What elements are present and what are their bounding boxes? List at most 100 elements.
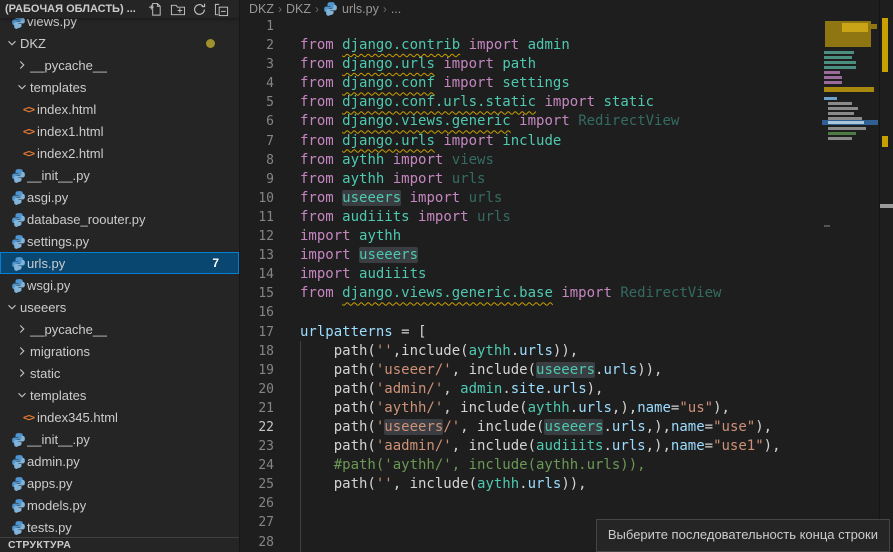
tree-item-apps-py[interactable]: apps.py bbox=[0, 472, 239, 494]
tree-item-index1-html[interactable]: <>index1.html bbox=[0, 120, 239, 142]
line-number: 3 bbox=[241, 55, 274, 74]
python-file-icon bbox=[323, 1, 338, 16]
tree-item-database-roouter-py[interactable]: database_roouter.py bbox=[0, 208, 239, 230]
tree-item-wsgi-py[interactable]: wsgi.py bbox=[0, 274, 239, 296]
code-line-16[interactable]: 16 bbox=[241, 303, 821, 322]
code-line-4[interactable]: 4from django.conf import settings bbox=[241, 74, 821, 93]
tree-item-views-py[interactable]: views.py bbox=[0, 18, 239, 32]
code-text: from django.conf.urls.static import stat… bbox=[300, 93, 654, 112]
code-line-26[interactable]: 26 bbox=[241, 494, 821, 513]
code-line-25[interactable]: 25 path('', include(aythh.urls)), bbox=[241, 475, 821, 494]
vscode-window: (РАБОЧАЯ ОБЛАСТЬ) ... views.pyDKZ__pycac… bbox=[0, 0, 893, 552]
code-line-7[interactable]: 7 from django.urls import include bbox=[241, 132, 821, 151]
code-line-11[interactable]: 11from audiiits import urls bbox=[241, 208, 821, 227]
tree-item-label: __pycache__ bbox=[30, 322, 107, 337]
code-line-24[interactable]: 24 #path('aythh/', include(aythh.urls)), bbox=[241, 456, 821, 475]
code-line-20[interactable]: 20 path('admin/', admin.site.urls), bbox=[241, 380, 821, 399]
code-line-3[interactable]: 3from django.urls import path bbox=[241, 55, 821, 74]
code-line-8[interactable]: 8from aythh import views bbox=[241, 151, 821, 170]
overview-ruler-scrollbar[interactable] bbox=[880, 0, 893, 552]
breadcrumb-item[interactable]: ... bbox=[391, 2, 401, 16]
new-folder-icon[interactable] bbox=[170, 2, 185, 17]
breadcrumb-label: urls.py bbox=[342, 2, 379, 16]
breadcrumb: DKZ›DKZ›urls.py›... bbox=[241, 0, 893, 17]
code-area[interactable]: 12from django.contrib import admin3from … bbox=[241, 17, 821, 552]
line-number: 8 bbox=[241, 151, 274, 170]
line-number: 13 bbox=[241, 246, 274, 265]
line-number: 12 bbox=[241, 227, 274, 246]
tree-item-migrations[interactable]: migrations bbox=[0, 340, 239, 362]
refresh-icon[interactable] bbox=[192, 2, 207, 17]
code-line-17[interactable]: 17urlpatterns = [ bbox=[241, 323, 821, 342]
line-number: 18 bbox=[241, 342, 274, 361]
breadcrumb-label: DKZ bbox=[249, 2, 274, 16]
tree-item-models-py[interactable]: models.py bbox=[0, 494, 239, 516]
line-number: 7 bbox=[241, 132, 274, 151]
collapse-all-icon[interactable] bbox=[214, 2, 229, 17]
code-line-19[interactable]: 19 path('useeer/', include(useeers.urls)… bbox=[241, 361, 821, 380]
tooltip-text: Выберите последовательность конца строки bbox=[608, 527, 878, 542]
tree-item-tests-py[interactable]: tests.py bbox=[0, 516, 239, 537]
tree-item-static[interactable]: static bbox=[0, 362, 239, 384]
python-file-icon bbox=[10, 432, 27, 447]
code-line-13[interactable]: 13import useeers bbox=[241, 246, 821, 265]
tree-item-asgi-py[interactable]: asgi.py bbox=[0, 186, 239, 208]
tree-item-label: templates bbox=[30, 388, 86, 403]
outline-section-header[interactable]: СТРУКТУРА bbox=[0, 537, 239, 552]
tree-item-label: tests.py bbox=[27, 520, 72, 535]
tree-item-label: wsgi.py bbox=[27, 278, 70, 293]
code-line-23[interactable]: 23 path('aadmin/', include(audiiits.urls… bbox=[241, 437, 821, 456]
tree-item--init-py[interactable]: __init__.py bbox=[0, 164, 239, 186]
minimap[interactable] bbox=[822, 17, 878, 277]
tree-item-index345-html[interactable]: <>index345.html bbox=[0, 406, 239, 428]
code-line-9[interactable]: 9from aythh import urls bbox=[241, 170, 821, 189]
line-number: 22 bbox=[241, 418, 274, 437]
code-line-22[interactable]: 22 path('useeers/', include(useeers.urls… bbox=[241, 418, 821, 437]
new-file-icon[interactable] bbox=[148, 2, 163, 17]
breadcrumb-item[interactable]: urls.py bbox=[323, 1, 379, 16]
minimap-code-bar bbox=[828, 137, 852, 140]
code-line-5[interactable]: 5from django.conf.urls.static import sta… bbox=[241, 93, 821, 112]
code-text: path('admin/', admin.site.urls), bbox=[300, 380, 603, 399]
tree-item-dkz[interactable]: DKZ bbox=[0, 32, 239, 54]
tree-item-index-html[interactable]: <>index.html bbox=[0, 98, 239, 120]
tree-item--pycache-[interactable]: __pycache__ bbox=[0, 318, 239, 340]
code-text: from audiiits import urls bbox=[300, 208, 511, 227]
breadcrumb-item[interactable]: DKZ bbox=[249, 2, 274, 16]
tree-item-templates[interactable]: templates bbox=[0, 76, 239, 98]
code-text: from django.urls import include bbox=[300, 132, 561, 151]
minimap-code-bar bbox=[828, 102, 852, 105]
tree-item-urls-py[interactable]: urls.py7 bbox=[0, 252, 239, 274]
explorer-actions bbox=[148, 2, 235, 17]
code-line-14[interactable]: 14import audiiits bbox=[241, 265, 821, 284]
tree-item--pycache-[interactable]: __pycache__ bbox=[0, 54, 239, 76]
tree-item-settings-py[interactable]: settings.py bbox=[0, 230, 239, 252]
line-number: 19 bbox=[241, 361, 274, 380]
code-line-1[interactable]: 1 bbox=[241, 17, 821, 36]
tree-item-admin-py[interactable]: admin.py bbox=[0, 450, 239, 472]
workspace-section-header[interactable]: (РАБОЧАЯ ОБЛАСТЬ) ... bbox=[0, 0, 239, 18]
tree-item-useeers[interactable]: useeers bbox=[0, 296, 239, 318]
code-line-12[interactable]: 12 import aythh bbox=[241, 227, 821, 246]
tree-item-index2-html[interactable]: <>index2.html bbox=[0, 142, 239, 164]
code-line-21[interactable]: 21 path('aythh/', include(aythh.urls,),n… bbox=[241, 399, 821, 418]
explorer-sidebar: (РАБОЧАЯ ОБЛАСТЬ) ... views.pyDKZ__pycac… bbox=[0, 0, 240, 552]
code-line-18[interactable]: 18 path('',include(aythh.urls)), bbox=[241, 342, 821, 361]
code-text: import aythh bbox=[300, 227, 401, 246]
chevron-down-icon bbox=[14, 388, 30, 402]
chevron-right-icon bbox=[14, 344, 30, 358]
tree-item-templates[interactable]: templates bbox=[0, 384, 239, 406]
code-line-15[interactable]: 15from django.views.generic.base import … bbox=[241, 284, 821, 303]
code-line-10[interactable]: 10from useeers import urls bbox=[241, 189, 821, 208]
breadcrumb-item[interactable]: DKZ bbox=[286, 2, 311, 16]
tree-item--init-py[interactable]: __init__.py bbox=[0, 428, 239, 450]
code-text: from aythh import urls bbox=[300, 170, 485, 189]
breadcrumb-separator-icon: › bbox=[383, 2, 387, 16]
line-number: 26 bbox=[241, 494, 274, 513]
code-line-2[interactable]: 2from django.contrib import admin bbox=[241, 36, 821, 55]
tree-item-label: asgi.py bbox=[27, 190, 68, 205]
line-number: 4 bbox=[241, 74, 274, 93]
minimap-code-bar bbox=[828, 112, 854, 115]
code-line-6[interactable]: 6from django.views.generic import Redire… bbox=[241, 112, 821, 131]
tree-item-label: apps.py bbox=[27, 476, 73, 491]
